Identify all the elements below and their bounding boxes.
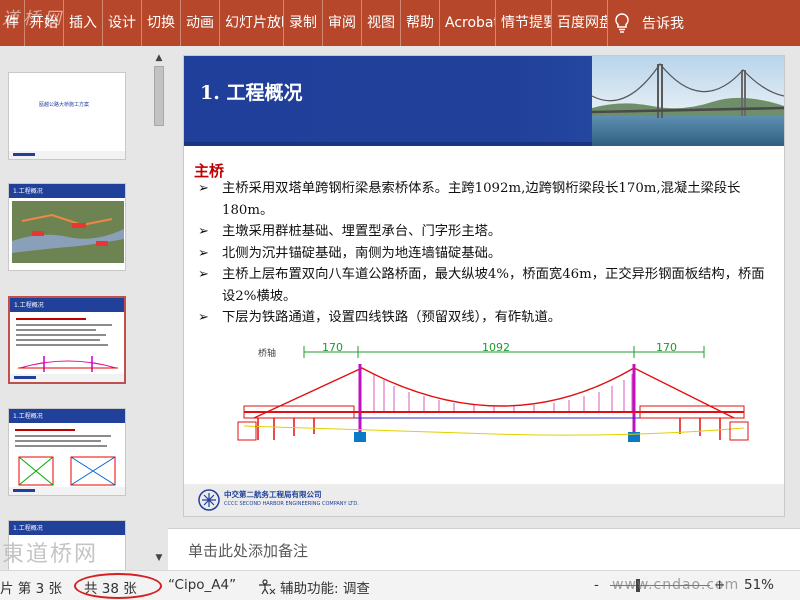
company-name-en: CCCC SECOND HARBOR ENGINEERING COMPANY L… bbox=[224, 501, 359, 507]
bridge-photo bbox=[592, 56, 784, 146]
thumbnail-title: 瓯越公路大桥施工方案 bbox=[39, 102, 90, 108]
tab-design[interactable]: 设计 bbox=[103, 0, 142, 46]
bullet-item: ➢ 主桥上层布置双向八车道公路桥面，最大纵坡4%，桥面宽46m，正交异形钢面板结构… bbox=[194, 264, 776, 307]
scroll-down-arrow-icon[interactable]: ▼ bbox=[153, 552, 165, 564]
slide-canvas[interactable]: 1. 工程概况 主桥 ➢ 主桥采用双塔单跨钢桁梁悬索桥体系。主跨1092m,边跨… bbox=[184, 56, 784, 516]
thumbnail-scrollbar[interactable]: ▲ ▼ bbox=[150, 46, 168, 570]
thumbnail-slide-3[interactable]: 1.工程概况 bbox=[8, 296, 126, 384]
bullet-item: ➢ 主桥采用双塔单跨钢桁梁悬索桥体系。主跨1092m,边跨钢桁梁段长170m,混凝… bbox=[194, 178, 776, 221]
bullet-item: ➢ 主墩采用群桩基础、埋置型承台、门字形主塔。 bbox=[194, 221, 776, 243]
bullet-item: ➢ 下层为铁路通道，设置四线铁路（预留双线），有砟轨道。 bbox=[194, 307, 776, 329]
scroll-up-arrow-icon[interactable]: ▲ bbox=[153, 52, 165, 64]
tab-slideshow[interactable]: 幻灯片放映 bbox=[220, 0, 284, 46]
thumbnail-map-image bbox=[12, 201, 124, 263]
lightbulb-icon bbox=[615, 13, 629, 33]
tell-me-box[interactable]: 告诉我 bbox=[614, 13, 684, 33]
tab-storyboard[interactable]: 情节提要 bbox=[496, 0, 552, 46]
tab-view[interactable]: 视图 bbox=[362, 0, 401, 46]
powerpoint-window: 件 开始 插入 设计 切换 动画 幻灯片放映 录制 审阅 视图 帮助 Acrob… bbox=[0, 0, 800, 600]
slide-footer: 中交第二航务工程局有限公司 CCCC SECOND HARBOR ENGINEE… bbox=[184, 484, 784, 516]
watermark-logo: 東道桥网 bbox=[2, 542, 99, 567]
thumbnail-footer bbox=[9, 151, 125, 159]
notes-placeholder: 单击此处添加备注 bbox=[188, 542, 309, 560]
bullet-item: ➢ 北侧为沉井锚碇基础，南侧为地连墙锚碇基础。 bbox=[194, 243, 776, 265]
tell-me-label: 告诉我 bbox=[642, 16, 684, 32]
accessibility-label: 辅助功能: 调查 bbox=[280, 581, 370, 597]
thumbnail-header: 1.工程概况 bbox=[10, 298, 124, 312]
axis-label: 桥轴 bbox=[258, 347, 276, 359]
tab-insert[interactable]: 插入 bbox=[64, 0, 103, 46]
slide-thumbnail-pane: 瓯越公路大桥施工方案 1.工程概况 1.工程概况 1.工程概况 1.工程概况 東… bbox=[0, 46, 150, 570]
tab-review[interactable]: 审阅 bbox=[323, 0, 362, 46]
ribbon-tab-bar: 件 开始 插入 设计 切换 动画 幻灯片放映 录制 审阅 视图 帮助 Acrob… bbox=[0, 0, 800, 46]
scrollbar-thumb[interactable] bbox=[154, 66, 164, 126]
tab-file[interactable]: 件 bbox=[0, 0, 25, 46]
accessibility-icon bbox=[259, 579, 276, 595]
zoom-level[interactable]: 51% bbox=[744, 577, 774, 593]
thumbnail-header: 1.工程概况 bbox=[9, 521, 125, 535]
zoom-out-button[interactable]: - bbox=[594, 577, 599, 593]
notes-pane[interactable]: 单击此处添加备注 bbox=[168, 528, 800, 570]
accessibility-status[interactable]: 辅助功能: 调查 bbox=[258, 577, 370, 597]
theme-name[interactable]: “Cipo_A4” bbox=[168, 577, 236, 593]
bridge-elevation-drawing[interactable]: 桥轴 170 1092 170 bbox=[234, 340, 754, 446]
arrow-bullet-icon: ➢ bbox=[198, 310, 209, 325]
tab-acrobat[interactable]: Acrobat bbox=[440, 0, 496, 46]
arrow-bullet-icon: ➢ bbox=[198, 267, 209, 282]
thumbnail-slide-4[interactable]: 1.工程概况 bbox=[8, 408, 126, 496]
arrow-bullet-icon: ➢ bbox=[198, 181, 209, 196]
tab-record[interactable]: 录制 bbox=[284, 0, 323, 46]
thumbnail-header: 1.工程概况 bbox=[9, 409, 125, 423]
span-right-label: 170 bbox=[656, 341, 677, 354]
tab-baidu-netdisk[interactable]: 百度网盘 bbox=[552, 0, 608, 46]
thumbnail-header: 1.工程概况 bbox=[9, 184, 125, 198]
company-name-cn: 中交第二航务工程局有限公司 bbox=[224, 490, 322, 499]
span-left-label: 170 bbox=[322, 341, 343, 354]
slide-editing-area: 1. 工程概况 主桥 ➢ 主桥采用双塔单跨钢桁梁悬索桥体系。主跨1092m,边跨… bbox=[168, 46, 800, 526]
slide-title[interactable]: 1. 工程概况 bbox=[200, 78, 302, 105]
arrow-bullet-icon: ➢ bbox=[198, 245, 209, 261]
span-main-label: 1092 bbox=[482, 341, 510, 354]
thumbnail-slide-2[interactable]: 1.工程概况 bbox=[8, 183, 126, 271]
highlight-circle bbox=[74, 573, 162, 599]
tab-home[interactable]: 开始 bbox=[25, 0, 64, 46]
status-bar: 片 第 3 张 共 38 张 “Cipo_A4” 辅助功能: 调查 - www.… bbox=[0, 570, 800, 600]
slide-index: 片 第 3 张 bbox=[0, 581, 62, 597]
tab-transitions[interactable]: 切换 bbox=[142, 0, 181, 46]
bullet-list[interactable]: ➢ 主桥采用双塔单跨钢桁梁悬索桥体系。主跨1092m,边跨钢桁梁段长170m,混凝… bbox=[194, 178, 776, 329]
zoom-in-button[interactable]: + bbox=[714, 577, 725, 593]
company-logo-icon bbox=[198, 489, 220, 511]
tab-animations[interactable]: 动画 bbox=[181, 0, 220, 46]
tab-help[interactable]: 帮助 bbox=[401, 0, 440, 46]
arrow-bullet-icon: ➢ bbox=[198, 224, 209, 239]
thumbnail-slide-1[interactable]: 瓯越公路大桥施工方案 bbox=[8, 72, 126, 160]
